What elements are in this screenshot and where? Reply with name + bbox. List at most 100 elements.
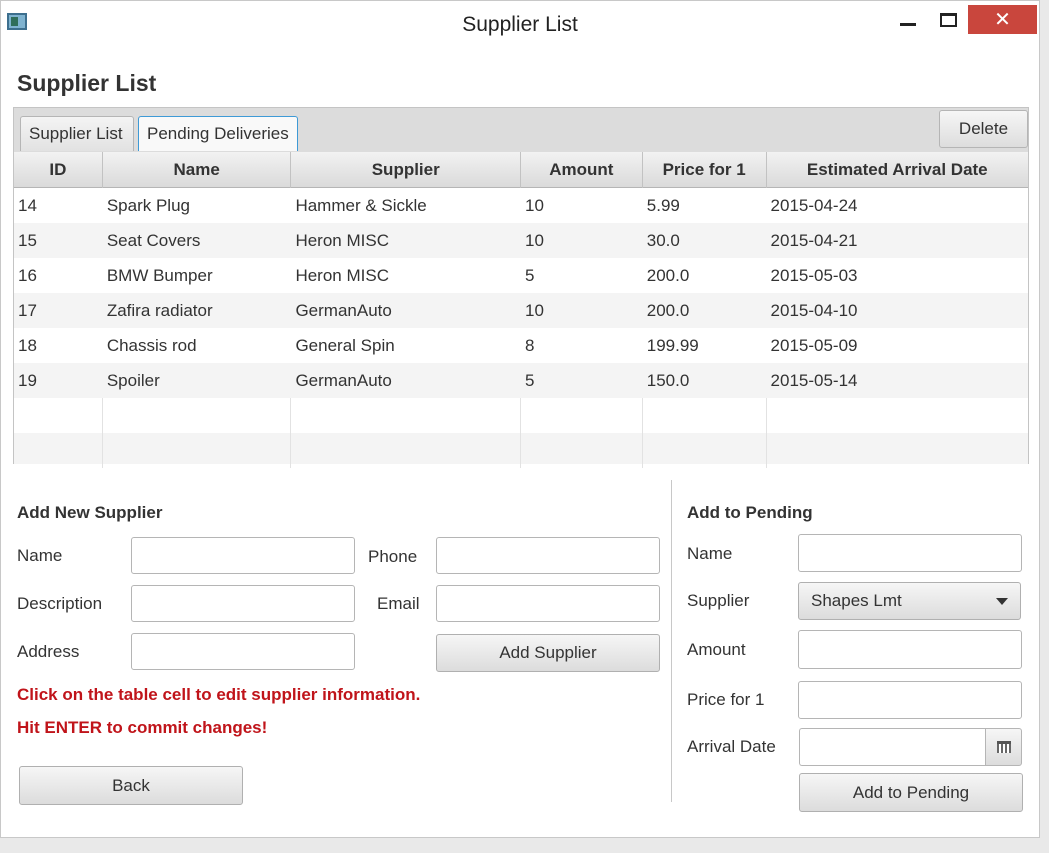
cell-name[interactable]: BMW Bumper [103, 258, 292, 293]
cell-amount[interactable]: 5 [521, 363, 643, 398]
edit-hint-text: Click on the table cell to edit supplier… [17, 685, 421, 704]
cell-arrival-date[interactable]: 2015-04-21 [767, 223, 1028, 258]
add-supplier-title: Add New Supplier [17, 503, 163, 522]
app-window: Supplier List ✕ Supplier List Supplier L… [0, 0, 1040, 838]
cell-id[interactable]: 15 [14, 223, 103, 258]
calendar-icon [997, 741, 1011, 753]
pending-name-label: Name [687, 544, 733, 563]
cell-price[interactable]: 200.0 [643, 258, 767, 293]
table-row[interactable]: 16 BMW Bumper Heron MISC 5 200.0 2015-05… [14, 258, 1028, 293]
cell-name[interactable]: Seat Covers [103, 223, 292, 258]
cell-arrival-date[interactable]: 2015-05-03 [767, 258, 1028, 293]
supplier-email-label: Email [377, 594, 420, 613]
table-row[interactable]: 15 Seat Covers Heron MISC 10 30.0 2015-0… [14, 223, 1028, 258]
maximize-icon [939, 12, 957, 27]
empty-table-row [14, 398, 1028, 433]
cell-supplier[interactable]: Heron MISC [291, 258, 521, 293]
cell-supplier[interactable]: Heron MISC [291, 223, 521, 258]
close-icon: ✕ [994, 9, 1011, 31]
pending-supplier-label: Supplier [687, 591, 750, 610]
background-edge [1040, 0, 1049, 853]
add-pending-title: Add to Pending [687, 503, 813, 522]
minimize-icon [900, 23, 916, 26]
add-to-pending-button[interactable]: Add to Pending [799, 773, 1023, 812]
column-header-supplier[interactable]: Supplier [291, 152, 521, 188]
cell-name[interactable]: Spoiler [103, 363, 292, 398]
title-bar: Supplier List ✕ [1, 1, 1039, 48]
cell-name[interactable]: Spark Plug [103, 188, 292, 223]
column-header-id[interactable]: ID [14, 152, 103, 188]
page-title: Supplier List [17, 70, 157, 96]
empty-table-row [14, 433, 1028, 468]
column-header-amount[interactable]: Amount [521, 152, 643, 188]
add-supplier-button[interactable]: Add Supplier [436, 634, 660, 672]
pending-deliveries-table: ID Name Supplier Amount Price for 1 Esti… [13, 152, 1029, 468]
cell-amount[interactable]: 10 [521, 188, 643, 223]
supplier-description-field[interactable] [131, 585, 355, 622]
maximize-button[interactable] [926, 5, 970, 34]
table-row[interactable]: 17 Zafira radiator GermanAuto 10 200.0 2… [14, 293, 1028, 328]
table-row[interactable]: 19 Spoiler GermanAuto 5 150.0 2015-05-14 [14, 363, 1028, 398]
cell-supplier[interactable]: GermanAuto [291, 363, 521, 398]
pending-price-field[interactable] [798, 681, 1022, 719]
cell-price[interactable]: 30.0 [643, 223, 767, 258]
cell-name[interactable]: Chassis rod [103, 328, 292, 363]
chevron-down-icon [996, 598, 1008, 605]
supplier-address-field[interactable] [131, 633, 355, 670]
cell-supplier[interactable]: General Spin [291, 328, 521, 363]
cell-supplier[interactable]: GermanAuto [291, 293, 521, 328]
pending-price-label: Price for 1 [687, 690, 765, 709]
date-picker-button[interactable] [985, 728, 1022, 766]
cell-arrival-date[interactable]: 2015-04-10 [767, 293, 1028, 328]
cell-id[interactable]: 16 [14, 258, 103, 293]
cell-amount[interactable]: 10 [521, 223, 643, 258]
supplier-name-label: Name [17, 546, 63, 565]
cell-arrival-date[interactable]: 2015-05-14 [767, 363, 1028, 398]
cell-price[interactable]: 5.99 [643, 188, 767, 223]
column-header-price[interactable]: Price for 1 [643, 152, 767, 188]
close-button[interactable]: ✕ [968, 5, 1037, 34]
empty-cell [14, 398, 103, 433]
cell-price[interactable]: 199.99 [643, 328, 767, 363]
empty-cell [103, 433, 292, 468]
supplier-name-field[interactable] [131, 537, 355, 574]
minimize-button[interactable] [886, 5, 930, 34]
cell-id[interactable]: 17 [14, 293, 103, 328]
supplier-dropdown-value: Shapes Lmt [811, 591, 902, 610]
table-row[interactable]: 18 Chassis rod General Spin 8 199.99 201… [14, 328, 1028, 363]
cell-id[interactable]: 18 [14, 328, 103, 363]
pending-name-field[interactable] [798, 534, 1022, 572]
cell-id[interactable]: 14 [14, 188, 103, 223]
empty-cell [103, 398, 292, 433]
pending-amount-field[interactable] [798, 630, 1022, 669]
table-row[interactable]: 14 Spark Plug Hammer & Sickle 10 5.99 20… [14, 188, 1028, 223]
cell-price[interactable]: 150.0 [643, 363, 767, 398]
supplier-phone-label: Phone [368, 547, 418, 566]
cell-amount[interactable]: 8 [521, 328, 643, 363]
cell-arrival-date[interactable]: 2015-04-24 [767, 188, 1028, 223]
cell-amount[interactable]: 10 [521, 293, 643, 328]
supplier-phone-field[interactable] [436, 537, 660, 574]
cell-name[interactable]: Zafira radiator [103, 293, 292, 328]
empty-cell [643, 433, 767, 468]
cell-price[interactable]: 200.0 [643, 293, 767, 328]
arrival-date-field[interactable] [799, 728, 986, 766]
column-header-name[interactable]: Name [103, 152, 292, 188]
main-content: Supplier List Supplier List Pending Deli… [1, 48, 1039, 838]
tab-pending-deliveries[interactable]: Pending Deliveries [138, 116, 298, 151]
background-edge [0, 838, 1049, 853]
cell-id[interactable]: 19 [14, 363, 103, 398]
cell-amount[interactable]: 5 [521, 258, 643, 293]
delete-button[interactable]: Delete [939, 110, 1028, 148]
pending-amount-label: Amount [687, 640, 746, 659]
supplier-description-label: Description [17, 594, 103, 613]
empty-cell [767, 433, 1028, 468]
cell-arrival-date[interactable]: 2015-05-09 [767, 328, 1028, 363]
supplier-email-field[interactable] [436, 585, 660, 622]
tab-supplier-list[interactable]: Supplier List [20, 116, 134, 151]
back-button[interactable]: Back [19, 766, 243, 805]
supplier-dropdown[interactable]: Shapes Lmt [798, 582, 1021, 620]
cell-supplier[interactable]: Hammer & Sickle [291, 188, 521, 223]
empty-cell [521, 398, 643, 433]
column-header-arrival-date[interactable]: Estimated Arrival Date [767, 152, 1028, 188]
